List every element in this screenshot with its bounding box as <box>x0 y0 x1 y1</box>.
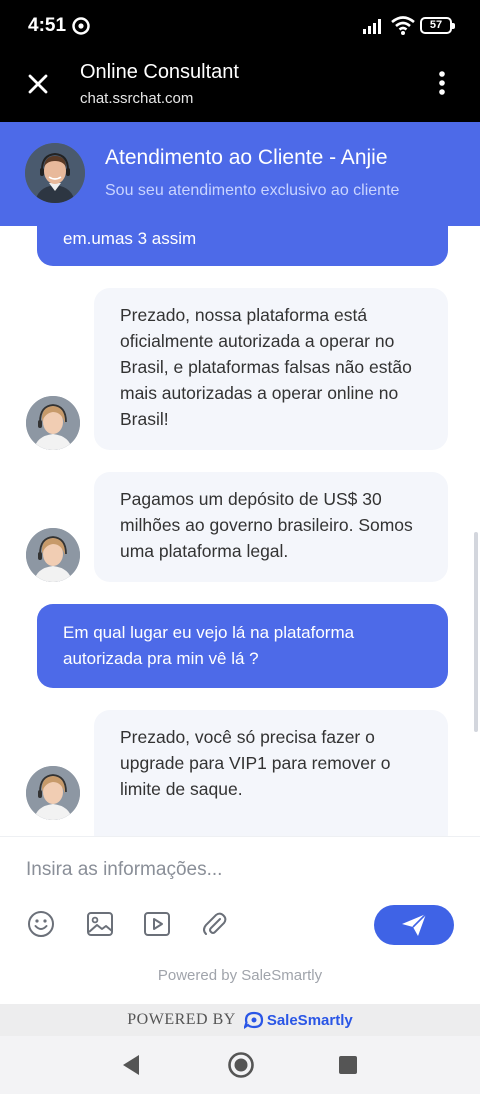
signal-icon <box>363 19 381 34</box>
agent-status: Sou seu atendimento exclusivo ao cliente <box>105 182 400 199</box>
emoji-icon <box>28 911 54 937</box>
emoji-button[interactable] <box>26 909 56 939</box>
chat-scrollbar[interactable] <box>474 532 478 732</box>
agent-message: Pagamos um depósito de US$ 30 milhões ao… <box>94 472 448 582</box>
image-icon <box>87 912 113 936</box>
message-input[interactable] <box>26 855 446 885</box>
page-url: chat.ssrchat.com <box>80 90 194 107</box>
back-icon[interactable] <box>120 1053 142 1077</box>
agent-header: Atendimento ao Cliente - Anjie Sou seu a… <box>0 122 480 226</box>
agent-message: Prezado, você só precisa fazer o upgrade… <box>94 710 448 836</box>
video-button[interactable] <box>142 909 172 939</box>
system-nav-bar <box>0 1036 480 1094</box>
send-button[interactable] <box>374 905 454 945</box>
agent-message-avatar <box>26 528 80 582</box>
agent-message-avatar <box>26 396 80 450</box>
agent-message: Prezado, nossa plataforma está oficialme… <box>94 288 448 450</box>
wifi-icon <box>391 16 415 35</box>
status-time: 4:51 <box>28 15 67 36</box>
agent-message-avatar <box>26 766 80 820</box>
attachment-button[interactable] <box>199 909 229 939</box>
salesmartly-logo-icon <box>243 1011 263 1029</box>
battery-indicator: 57 <box>420 17 455 34</box>
image-button[interactable] <box>85 909 115 939</box>
powered-by-text: Powered by SaleSmartly <box>157 967 323 984</box>
close-icon <box>28 74 48 94</box>
user-message: Em qual lugar eu vejo lá na plataforma a… <box>37 604 448 688</box>
powered-by-banner[interactable]: POWERED BY SaleSmartly <box>0 1004 480 1036</box>
brand-name: SaleSmartly <box>266 1011 353 1029</box>
page-title: Online Consultant <box>80 61 239 83</box>
composer: Powered by SaleSmartly <box>0 836 480 1004</box>
agent-avatar <box>25 143 85 203</box>
chat-messages[interactable]: em.umas 3 assim Prezado, nossa plataform… <box>0 226 480 836</box>
close-button[interactable] <box>22 68 54 100</box>
status-bar: 4:51 57 <box>0 0 480 52</box>
home-icon[interactable] <box>227 1051 255 1079</box>
send-icon <box>402 913 427 936</box>
chrome-icon <box>72 17 90 35</box>
app-header: Online Consultant chat.ssrchat.com <box>0 52 480 122</box>
attachment-icon <box>203 912 227 935</box>
user-message: em.umas 3 assim <box>37 226 448 266</box>
agent-name: Atendimento ao Cliente - Anjie <box>105 146 388 169</box>
powered-by-label: POWERED BY <box>127 1011 236 1028</box>
salesmartly-logo: SaleSmartly <box>243 1011 353 1029</box>
video-icon <box>144 912 170 936</box>
more-vert-icon <box>439 71 445 95</box>
recents-icon[interactable] <box>338 1055 358 1075</box>
more-options-button[interactable] <box>428 66 456 100</box>
